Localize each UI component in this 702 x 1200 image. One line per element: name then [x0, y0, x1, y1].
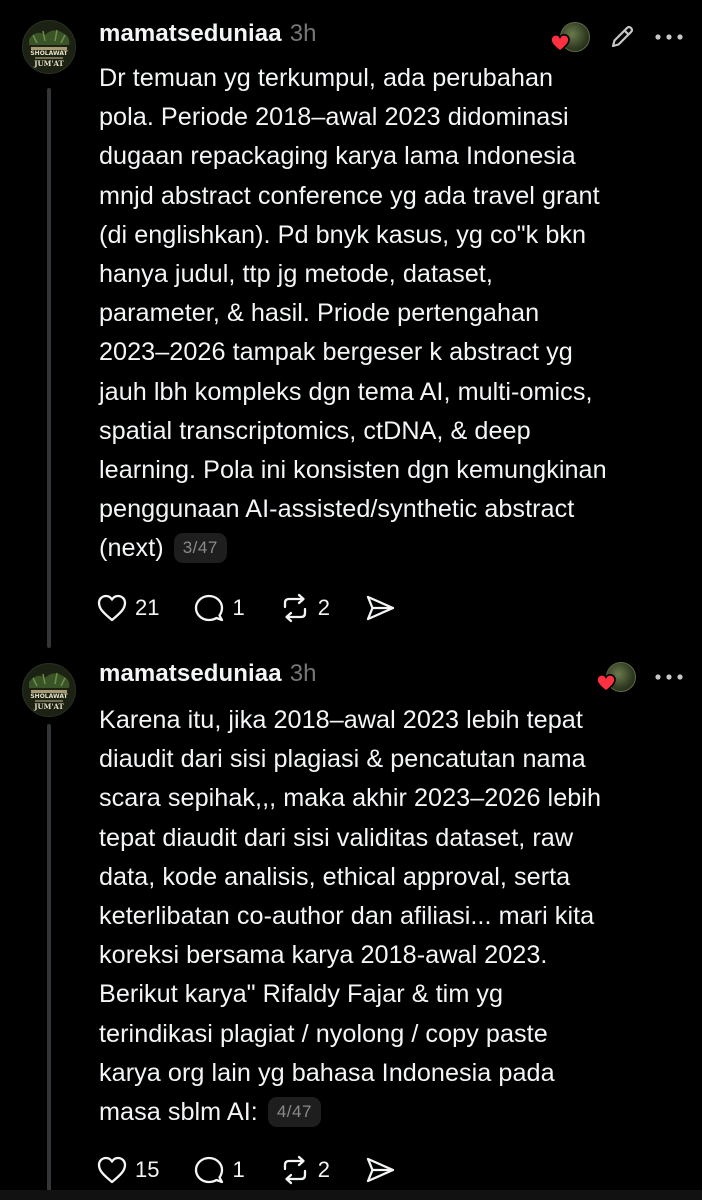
- repost-button[interactable]: 2: [279, 593, 330, 623]
- repost-icon: [283, 593, 306, 623]
- reply-count: 1: [232, 595, 245, 620]
- timestamp: 3h: [289, 20, 317, 47]
- post-text-line: keterlibatan co-author dan afiliasi... m…: [99, 902, 595, 931]
- post-text-line: Karena itu, jika 2018–awal 2023 lebih te…: [99, 706, 583, 734]
- post-text-line: Berikut karya" Rifaldy Fajar & tim yg: [99, 980, 504, 1009]
- liked-by-avatar[interactable]: [596, 662, 636, 692]
- repost-button[interactable]: 2: [279, 1155, 330, 1185]
- post-text-line: karya org lain yg bahasa Indonesia pada: [99, 1058, 555, 1087]
- repost-count: 2: [317, 595, 330, 620]
- comment-icon: [195, 594, 224, 622]
- liked-by-avatar[interactable]: [550, 22, 590, 52]
- post-text-line: masa sblm AI:: [99, 1098, 258, 1127]
- post-text-line: diaudit dari sisi plagiasi & pencatutan …: [99, 745, 586, 774]
- post-text: Dr temuan yg terkumpul, ada perubahan po…: [99, 59, 684, 569]
- post-text-line: jauh lbh kompleks dgn tema AI, multi-omi…: [99, 377, 593, 406]
- reply-button[interactable]: 1: [193, 593, 245, 623]
- avatar-text-bottom: JUM'AT: [33, 702, 64, 711]
- repost-icon: [283, 1155, 306, 1185]
- like-count: 21: [135, 595, 160, 620]
- avatar-text-top: SHOLAWAT: [30, 693, 68, 700]
- action-bar: 15 1 2: [96, 1152, 430, 1188]
- post-text-line: spatial transcriptomics, ctDNA, & deep: [99, 416, 531, 445]
- post-text-line: tepat diaudit dari sisi validitas datase…: [99, 823, 574, 852]
- avatar[interactable]: SHOLAWAT JUM'AT: [22, 20, 76, 74]
- comment-icon: [195, 1156, 224, 1184]
- repost-count: 2: [317, 1157, 330, 1182]
- heart-badge-icon: [596, 674, 616, 692]
- post-header: mamatseduniaa 3h: [99, 20, 316, 56]
- avatar[interactable]: SHOLAWAT JUM'AT: [22, 663, 76, 717]
- send-icon: [366, 1157, 395, 1183]
- share-button[interactable]: [364, 593, 396, 623]
- post-top-actions: [596, 662, 684, 692]
- post-text-line: data, kode analisis, ethical approval, s…: [99, 862, 571, 891]
- post-text-line: pola. Periode 2018–awal 2023 didominasi: [99, 103, 569, 132]
- post-text-line: learning. Pola ini konsisten dgn kemungk…: [99, 456, 607, 485]
- post-text-line-last: (next) 3/47: [99, 529, 684, 568]
- post-text-line: Dr temuan yg terkumpul, ada perubahan: [99, 64, 554, 92]
- post-text-line: 2023–2026 tampak bergeser k abstract yg: [99, 338, 573, 367]
- heart-icon: [97, 594, 127, 622]
- like-button[interactable]: 21: [96, 593, 159, 623]
- post-text-line: scara sepihak,,, maka akhir 2023–2026 le…: [99, 784, 602, 813]
- post-text-line: (next): [99, 534, 164, 563]
- like-count: 15: [135, 1157, 160, 1182]
- more-icon[interactable]: [654, 672, 684, 682]
- more-icon[interactable]: [654, 32, 684, 42]
- post-text-line: hanya judul, ttp jg metode, dataset,: [99, 260, 493, 289]
- thread-counter: 3/47: [173, 533, 227, 564]
- timestamp: 3h: [289, 660, 317, 687]
- post-text-line: terindikasi plagiat / nyolong / copy pas…: [99, 1019, 548, 1048]
- bottom-bar-edge: [0, 1190, 702, 1200]
- thread-counter: 4/47: [267, 1097, 321, 1128]
- like-button[interactable]: 15: [96, 1155, 159, 1185]
- heart-icon: [97, 1156, 127, 1184]
- avatar-text-top: SHOLAWAT: [30, 50, 68, 57]
- pencil-icon[interactable]: [608, 23, 636, 51]
- username[interactable]: mamatseduniaa: [99, 20, 282, 48]
- heart-badge-icon: [550, 34, 570, 52]
- thread-line: [47, 88, 51, 648]
- reply-count: 1: [232, 1157, 245, 1182]
- post-text-line: mnjd abstract conference yg ada travel g…: [99, 181, 600, 210]
- avatar-text-bottom: JUM'AT: [33, 59, 64, 68]
- send-icon: [366, 595, 395, 621]
- post-text-line: penggunaan AI-assisted/synthetic abstrac…: [99, 495, 575, 524]
- post-text-line: koreksi bersama karya 2018-awal 2023.: [99, 941, 548, 970]
- username[interactable]: mamatseduniaa: [99, 660, 282, 688]
- reply-button[interactable]: 1: [193, 1155, 245, 1185]
- post-top-actions: [550, 22, 684, 52]
- post-text: Karena itu, jika 2018–awal 2023 lebih te…: [99, 701, 684, 1132]
- thread-line: [47, 724, 51, 1200]
- post-header: mamatseduniaa 3h: [99, 660, 316, 696]
- share-button[interactable]: [364, 1155, 396, 1185]
- post-text-line: dugaan repackaging karya lama Indonesia: [99, 142, 576, 171]
- action-bar: 21 1 2: [96, 590, 430, 626]
- post-text-line: parameter, & hasil. Priode pertengahan: [99, 299, 540, 328]
- post-text-line: (di englishkan). Pd bnyk kasus, yg co"k …: [99, 220, 587, 249]
- post-text-line-last: masa sblm AI: 4/47: [99, 1093, 684, 1132]
